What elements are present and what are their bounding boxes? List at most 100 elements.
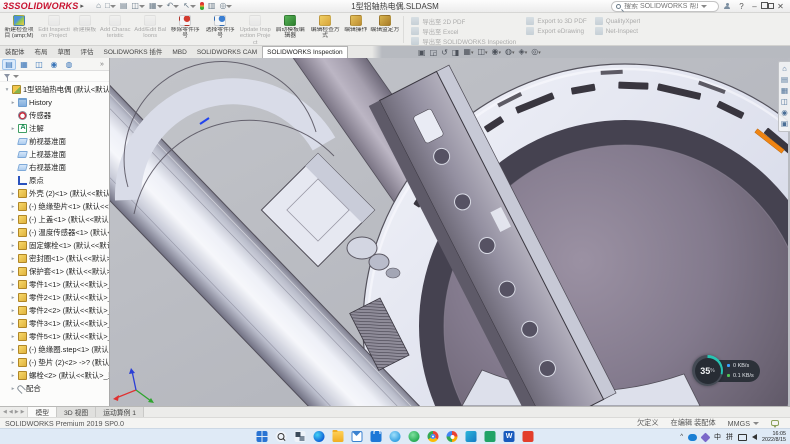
export-2d-pdf-button[interactable]: 导出至 2D PDF [411, 17, 518, 25]
zoom-area-icon[interactable]: ◲ [430, 48, 438, 58]
tab-sketch[interactable]: 草图 [53, 46, 76, 58]
display-manager-tab[interactable]: ◍ [62, 59, 76, 70]
file-properties-icon[interactable]: ▥ [208, 2, 216, 10]
minimize-button[interactable]: – [748, 1, 761, 12]
filter-dropdown-icon[interactable] [13, 75, 19, 78]
solidworks-logo[interactable]: 3S SOLIDWORKS ▸ [3, 1, 84, 11]
new-inspection-project-button[interactable]: 新建检查项目 (amp;M) [2, 14, 36, 45]
view-settings-icon[interactable]: ◎▾ [531, 47, 541, 58]
tab-mbd[interactable]: MBD [167, 46, 191, 58]
dimxpert-manager-tab[interactable]: ◉ [47, 59, 61, 70]
tab-addins[interactable]: SOLIDWORKS 插件 [99, 46, 168, 58]
custom-properties-icon[interactable]: ▣ [781, 120, 788, 128]
new-template-button[interactable]: 新建模板 [72, 14, 97, 45]
tree-item-history[interactable]: ▸History [2, 96, 109, 109]
update-inspection-project-button[interactable]: Update Inspection Project [238, 14, 272, 45]
zoom-fit-icon[interactable]: ▣ [418, 48, 426, 58]
unit-system-selector[interactable]: MMGS [728, 419, 759, 428]
configuration-manager-tab[interactable]: ◫ [32, 59, 46, 70]
launch-template-editor-button[interactable]: 启动模板编辑器 [273, 14, 307, 45]
property-manager-tab[interactable]: ▦ [17, 59, 31, 70]
tree-item-sensors[interactable]: 传感器 [2, 109, 109, 122]
qualityxpert-button[interactable]: QualityXpert [595, 17, 641, 25]
undo-icon[interactable]: ↶ [167, 2, 180, 10]
ime-mode-indicator[interactable]: 拼 [726, 432, 733, 442]
tree-item-front-plane[interactable]: 前视基准面 [2, 135, 109, 148]
help-search-box[interactable] [611, 1, 719, 12]
view-orientation-icon[interactable]: ▦▾ [463, 47, 473, 58]
task-view-icon[interactable] [295, 431, 306, 442]
tree-item-origin[interactable]: 原点 [2, 174, 109, 187]
restore-button[interactable] [761, 1, 774, 12]
ime-language-indicator[interactable]: 中 [714, 432, 721, 442]
hide-show-items-icon[interactable]: ◉▾ [492, 47, 502, 58]
network-icon[interactable] [738, 434, 747, 441]
scroll-first-icon[interactable]: ◀ [3, 409, 7, 415]
export-3d-pdf-button[interactable]: Export to 3D PDF [526, 17, 586, 25]
media-app-icon[interactable] [523, 431, 534, 442]
file-explorer-taskbar-icon[interactable] [333, 431, 344, 442]
doc-tab-3d-views[interactable]: 3D 视图 [57, 407, 96, 417]
tree-item-part5[interactable]: ▸零件5<1> (默认<<默认>_显示状态 [2, 330, 109, 343]
section-view-icon[interactable]: ◨ [452, 48, 460, 58]
tree-item-mates[interactable]: ▸配合 [2, 382, 109, 395]
appearances-icon[interactable]: ◉ [781, 109, 788, 117]
search-dropdown-icon[interactable] [701, 5, 707, 8]
browser-icon[interactable] [390, 431, 401, 442]
tree-item-part2-2[interactable]: ▸零件2<2> (默认<<默认>_显示状态 [2, 304, 109, 317]
help-button[interactable]: ? [735, 1, 748, 12]
doc-tab-motion-study[interactable]: 运动算例 1 [96, 407, 144, 417]
tab-scroll-buttons[interactable]: ◀ ◀ ▶ ▶ [0, 407, 28, 417]
select-icon[interactable]: ↖ [183, 2, 196, 10]
options-icon[interactable]: ◎ [219, 2, 232, 10]
print-icon[interactable]: ▦ [149, 2, 163, 10]
taskbar-search-icon[interactable] [276, 431, 287, 442]
save-icon[interactable]: ◫ [131, 2, 145, 10]
comment-bubble-icon[interactable] [771, 420, 779, 426]
tab-inspection[interactable]: SOLIDWORKS Inspection [262, 46, 348, 58]
login-icon[interactable] [724, 3, 730, 9]
taskbar-clock[interactable]: 16:05 2022/8/15 [762, 431, 786, 443]
mail-icon[interactable] [352, 431, 363, 442]
view-palette-icon[interactable]: ◫ [781, 98, 788, 106]
start-button-icon[interactable] [257, 431, 268, 442]
apply-scene-icon[interactable]: ◈▾ [519, 47, 528, 58]
rebuild-icon[interactable] [200, 2, 204, 10]
tree-item-bolt[interactable]: ▸螺栓<2> (默认<<默认>_显示状态 [2, 369, 109, 382]
tree-item-annotations[interactable]: ▸注解 [2, 122, 109, 135]
edit-appearance-icon[interactable]: ◍▾ [505, 47, 515, 58]
select-balloons-button[interactable]: 选择零件序号 [203, 14, 237, 45]
edit-inspection-methods-button[interactable]: 编辑检查方式 [308, 14, 342, 45]
display-style-icon[interactable]: ◫▾ [477, 47, 487, 58]
scroll-prev-icon[interactable]: ◀ [9, 409, 13, 415]
net-inspect-button[interactable]: Net-Inspect [595, 27, 641, 35]
solidworks-resources-icon[interactable]: ⌂ [782, 65, 787, 73]
tree-item-insulation-gasket[interactable]: ▸(-) 绝缘垫片<1> (默认<<默认>_显 [2, 200, 109, 213]
tree-item-part3[interactable]: ▸零件3<1> (默认<<默认>_显示状态 [2, 317, 109, 330]
add-edit-balloons-button[interactable]: Add/Edit Balloons [133, 14, 167, 45]
home-icon[interactable]: ⌂ [96, 2, 101, 10]
tree-item-temp-sensor[interactable]: ▸(-) 温度传感器<1> (默认<<默认>_ [2, 226, 109, 239]
close-button[interactable]: ✕ [774, 1, 787, 12]
edit-gages-button[interactable]: 编辑监定方 [369, 14, 400, 45]
featuremanager-tree-tab[interactable]: ▤ [2, 59, 16, 70]
tree-item-protective-sleeve[interactable]: ▸保护套<1> (默认<<默认>_显示状态 [2, 265, 109, 278]
edit-operations-button[interactable]: 编辑操作 [343, 14, 368, 45]
edit-inspection-project-button[interactable]: Edit Inspection Project [37, 14, 71, 45]
design-library-icon[interactable]: ▤ [781, 76, 788, 84]
tree-item-insulation-ring-step[interactable]: ▸(-) 绝缘圈.step<1> (默认<<默认 [2, 343, 109, 356]
tree-item-fixing-bolt[interactable]: ▸固定螺栓<1> (默认<<默认>_显示状 [2, 239, 109, 252]
security-icon[interactable] [701, 432, 711, 442]
volume-icon[interactable] [752, 434, 757, 440]
tree-item-gasket[interactable]: ▸(-) 垫片 (2)<2> ->? (默认<<默认> [2, 356, 109, 369]
tab-assembly[interactable]: 装配体 [0, 46, 30, 58]
docs-app-icon[interactable] [485, 431, 496, 442]
new-document-icon[interactable]: □ [105, 2, 116, 10]
tree-item-top-plane[interactable]: 上视基准面 [2, 148, 109, 161]
tree-item-top-cover[interactable]: ▸(-) 上盖<1> (默认<<默认>_显示状 [2, 213, 109, 226]
color-wheel-app-icon[interactable] [447, 431, 458, 442]
onedrive-icon[interactable] [688, 434, 697, 441]
edge-icon[interactable] [314, 431, 325, 442]
panel-tabs-overflow-icon[interactable]: » [97, 59, 107, 70]
logo-flyout-arrow-icon[interactable]: ▸ [80, 2, 84, 10]
